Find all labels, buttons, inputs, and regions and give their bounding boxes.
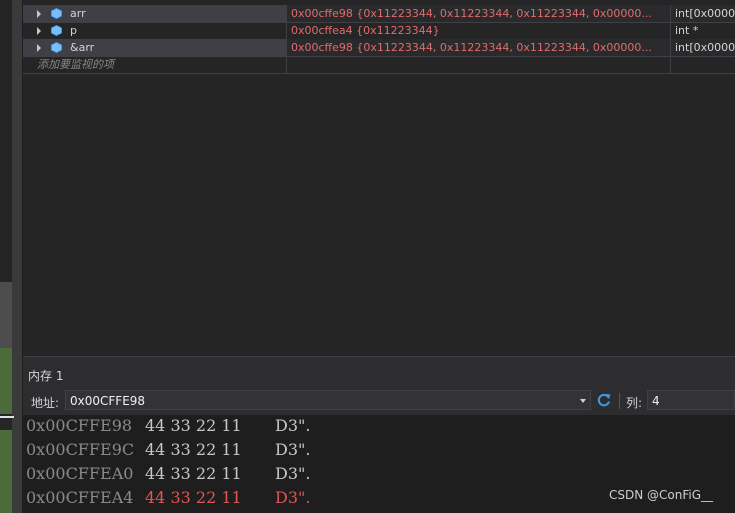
watch-row[interactable]: p 0x00cffea4 {0x11223344} int * (23, 22, 735, 39)
watch-name-cell[interactable]: &arr (23, 39, 287, 56)
address-label: 地址: (31, 396, 60, 410)
scrollbar-thumb[interactable] (0, 282, 12, 348)
columns-input[interactable]: 4 (647, 390, 735, 410)
memory-ascii[interactable]: D3". (275, 440, 310, 459)
memory-address: 0x00CFFE98 (26, 416, 133, 435)
watch-row[interactable]: arr 0x00cffe98 {0x11223344, 0x11223344, … (23, 5, 735, 22)
expand-arrow-icon[interactable] (37, 10, 41, 18)
toolbar-separator (619, 393, 620, 409)
memory-bytes[interactable]: 44 33 22 11 (145, 438, 275, 462)
memory-row[interactable]: 0x00CFFEA4 44 33 22 11 D3". (26, 486, 310, 510)
watch-name: &arr (70, 41, 95, 54)
memory-ascii[interactable]: D3". (275, 488, 310, 507)
watch-value[interactable]: 0x00cffea4 {0x11223344} (287, 22, 671, 39)
add-watch-cell[interactable]: 添加要监视的项 (23, 56, 287, 73)
left-scroll-track (12, 0, 22, 513)
memory-row[interactable]: 0x00CFFE98 44 33 22 11 D3". (26, 414, 310, 438)
memory-title: 内存 1 (28, 369, 64, 383)
watch-panel: arr 0x00cffe98 {0x11223344, 0x11223344, … (23, 0, 735, 356)
variable-icon (51, 25, 62, 36)
memory-row[interactable]: 0x00CFFEA0 44 33 22 11 D3". (26, 462, 310, 486)
memory-ascii[interactable]: D3". (275, 464, 310, 483)
variable-icon (51, 8, 62, 19)
memory-address: 0x00CFFE9C (26, 440, 135, 459)
watch-value[interactable]: 0x00cffe98 {0x11223344, 0x11223344, 0x11… (287, 39, 671, 56)
empty-value-cell (287, 56, 671, 73)
memory-title-bar: 内存 1 (23, 362, 735, 388)
memory-bytes[interactable]: 44 33 22 11 (145, 486, 275, 510)
address-value[interactable]: 0x00CFFE98 (70, 392, 145, 410)
watch-name-cell[interactable]: p (23, 22, 287, 39)
memory-bytes[interactable]: 44 33 22 11 (145, 462, 275, 486)
watermark: CSDN @ConFiG__ (609, 488, 714, 502)
empty-type-cell (671, 56, 735, 73)
memory-ascii[interactable]: D3". (275, 416, 310, 435)
gutter-tick (0, 416, 14, 418)
memory-address: 0x00CFFEA4 (26, 488, 134, 507)
watch-type: int[0x00000 (671, 5, 735, 22)
watch-row[interactable]: &arr 0x00cffe98 {0x11223344, 0x11223344,… (23, 39, 735, 56)
watch-value[interactable]: 0x00cffe98 {0x11223344, 0x11223344, 0x11… (287, 5, 671, 22)
expand-arrow-icon[interactable] (37, 27, 41, 35)
expand-arrow-icon[interactable] (37, 44, 41, 52)
add-watch-placeholder[interactable]: 添加要监视的项 (37, 56, 114, 73)
watch-name: arr (70, 7, 86, 20)
change-marker-bar (0, 430, 12, 513)
memory-toolbar: 地址: 0x00CFFE98 列: 4 (23, 388, 735, 415)
variable-icon (51, 42, 62, 53)
watch-type: int[0x00000 (671, 39, 735, 56)
change-marker-bar (0, 348, 12, 414)
chevron-down-icon[interactable] (580, 399, 586, 403)
watch-name: p (70, 24, 77, 37)
memory-bytes[interactable]: 44 33 22 11 (145, 414, 275, 438)
refresh-icon[interactable] (595, 391, 613, 409)
memory-address: 0x00CFFEA0 (26, 464, 134, 483)
memory-row[interactable]: 0x00CFFE9C 44 33 22 11 D3". (26, 438, 310, 462)
columns-value[interactable]: 4 (652, 392, 660, 410)
add-watch-row[interactable]: 添加要监视的项 (23, 56, 735, 73)
watch-name-cell[interactable]: arr (23, 5, 287, 22)
watch-type: int * (675, 24, 699, 37)
row-divider (23, 73, 735, 74)
columns-label: 列: (626, 396, 643, 410)
address-input[interactable]: 0x00CFFE98 (65, 390, 591, 410)
